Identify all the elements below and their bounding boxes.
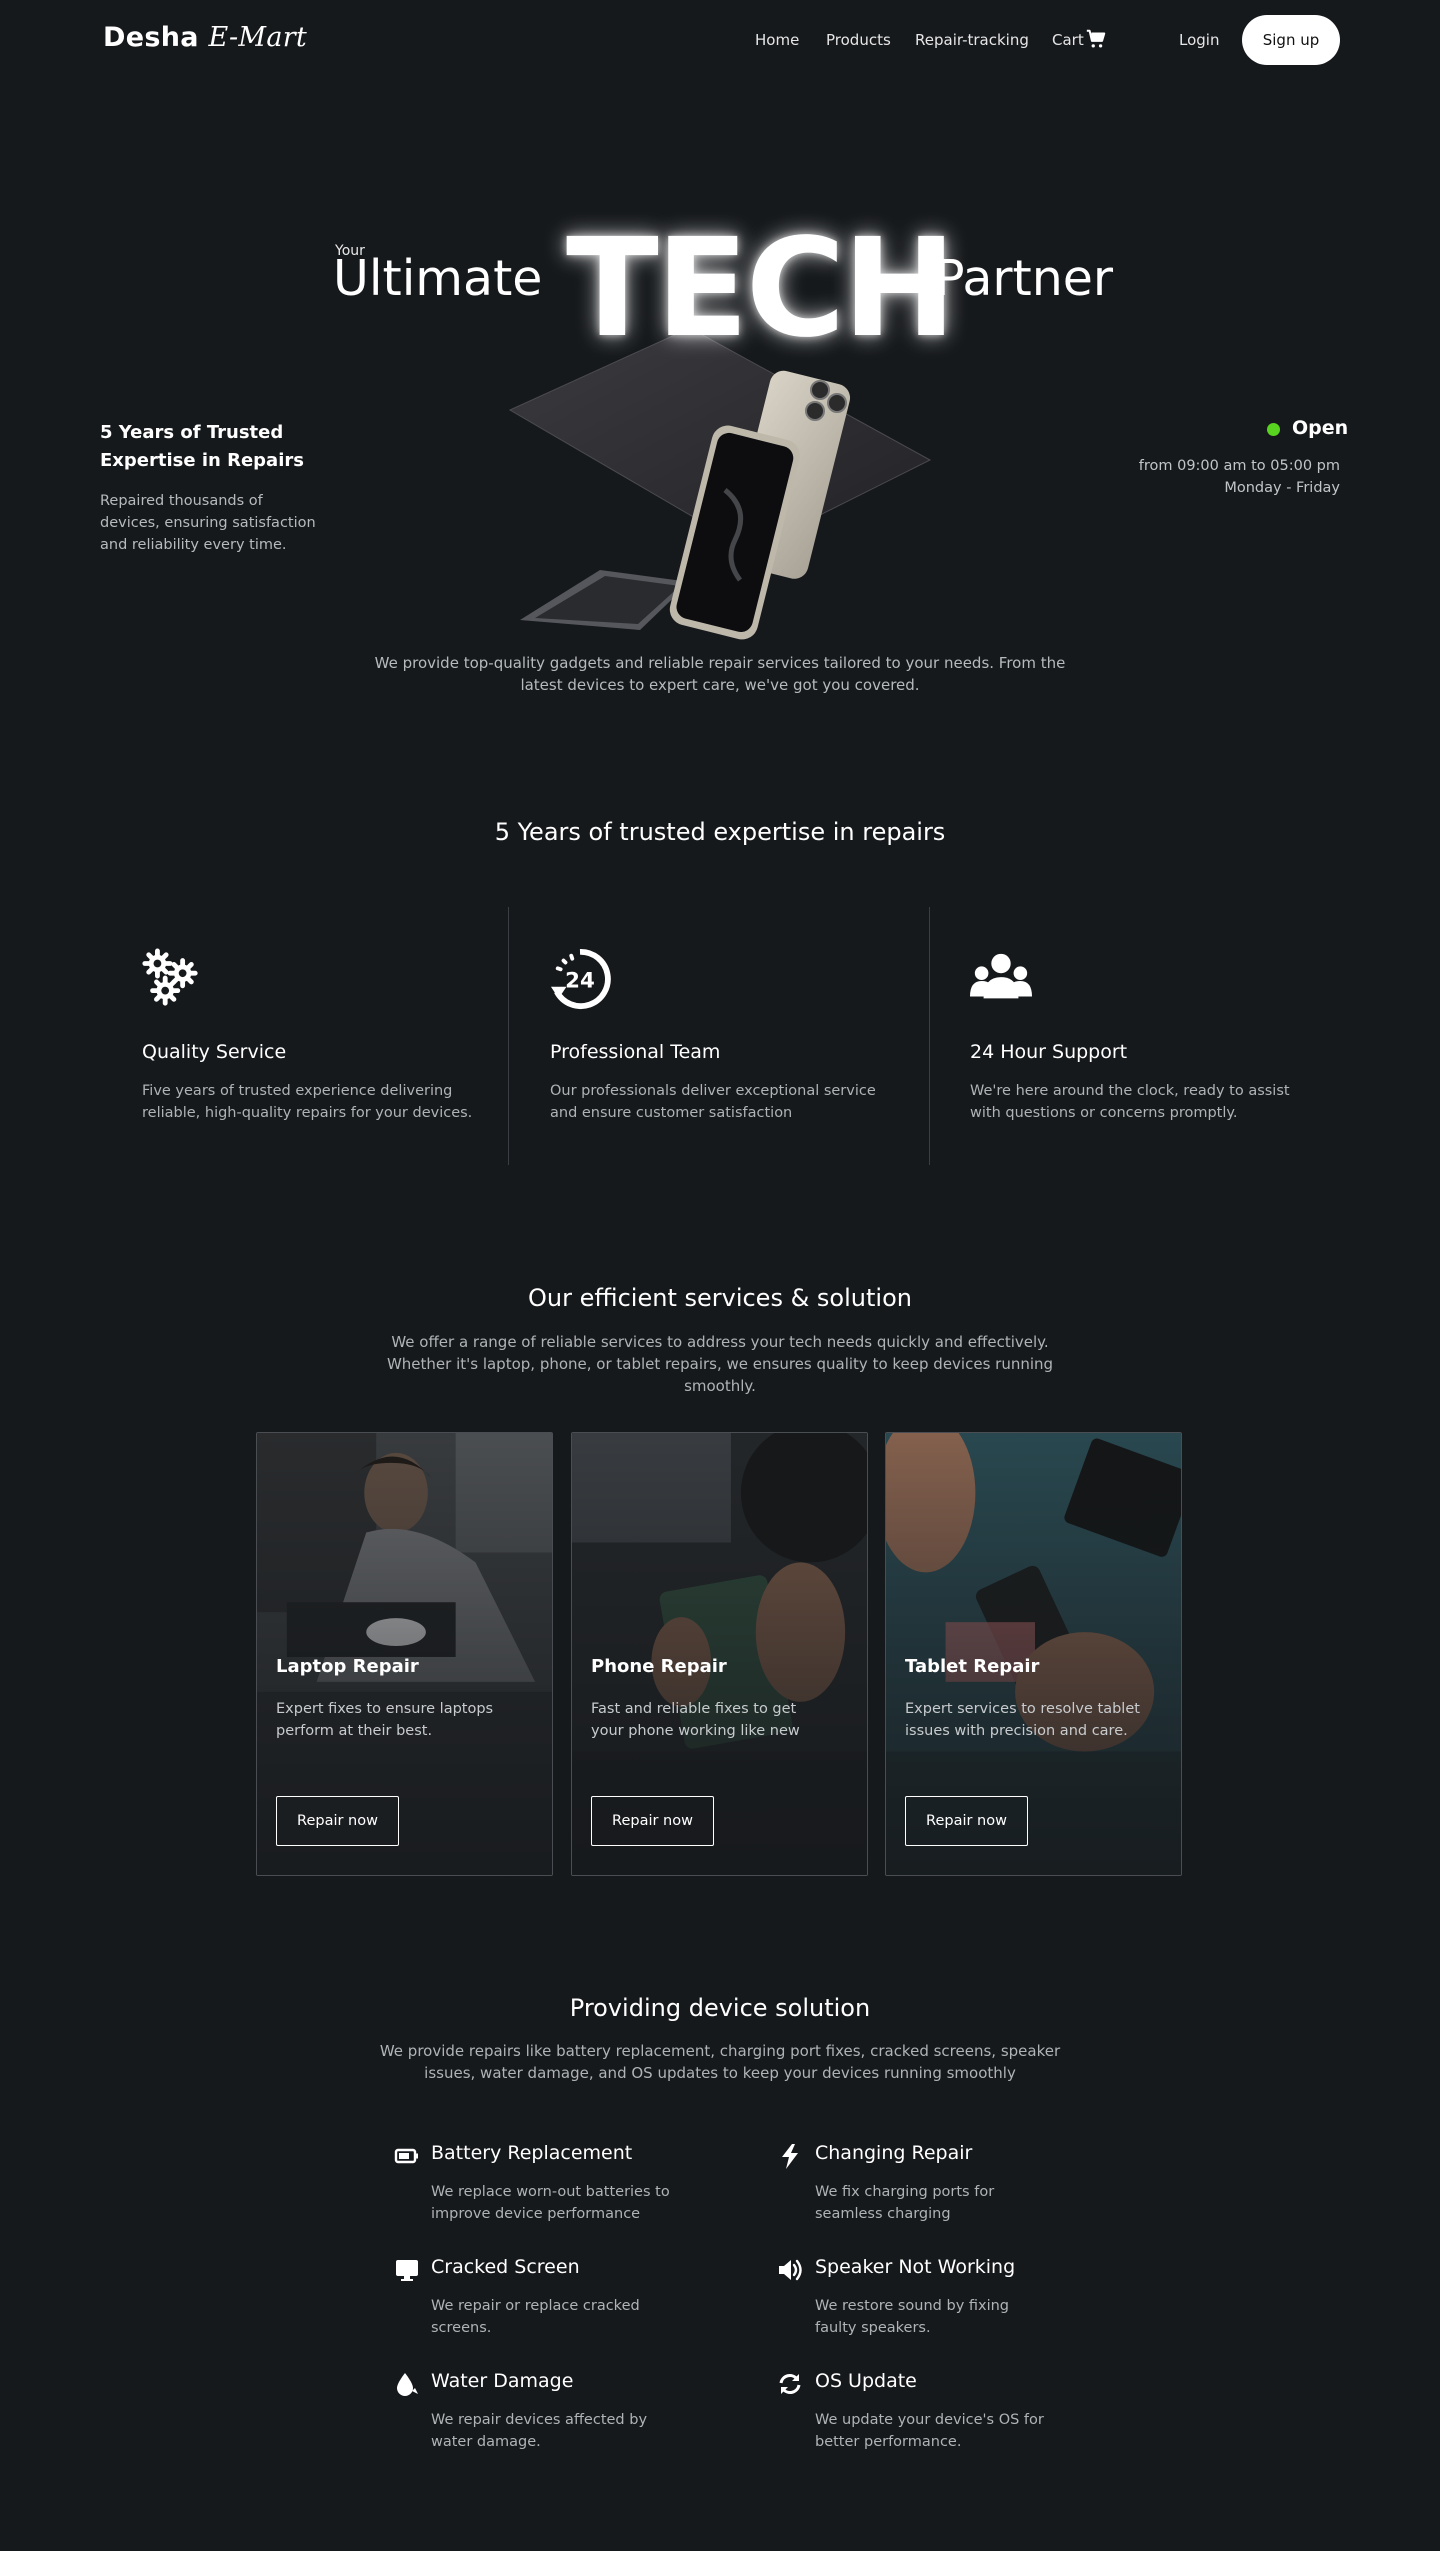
speaker-icon bbox=[779, 2259, 802, 2281]
solution-description: We repair devices affected by water dama… bbox=[431, 2412, 648, 2450]
services-subtitle: We offer a range of reliable services to… bbox=[386, 1333, 1054, 1395]
hero-side-description: Repaired thousands of devices, ensuring … bbox=[100, 493, 316, 553]
feature-title: Quality Service bbox=[142, 1041, 287, 1063]
users-icon bbox=[970, 953, 1032, 999]
solution-title: OS Update bbox=[815, 2370, 917, 2392]
solution-title: Changing Repair bbox=[815, 2142, 973, 2164]
nav-link-repair-tracking[interactable]: Repair-tracking bbox=[915, 31, 1029, 49]
card-description: Expert services to resolve tablet issues… bbox=[905, 1701, 1140, 1739]
expertise-section-title: 5 Years of trusted expertise in repairs bbox=[494, 818, 946, 846]
sync-icon bbox=[779, 2374, 801, 2394]
logo-script-text: E-Mart bbox=[208, 22, 308, 53]
hero-ultimate: Ultimate bbox=[333, 250, 543, 307]
feature-description: We're here around the clock, ready to as… bbox=[970, 1083, 1290, 1121]
signup-button[interactable]: Sign up bbox=[1242, 15, 1340, 65]
services-section-title: Our efficient services & solution bbox=[528, 1284, 912, 1312]
brand-logo[interactable]: Desha E-Mart bbox=[103, 22, 307, 53]
solution-title: Cracked Screen bbox=[431, 2256, 580, 2278]
solution-description: We update your device's OS for better pe… bbox=[815, 2412, 1044, 2450]
hero-tech-word: TECH bbox=[566, 210, 956, 368]
feature-description: Five years of trusted experience deliver… bbox=[142, 1083, 473, 1121]
clock-24-icon: 24 bbox=[550, 948, 611, 1010]
opening-hours: from 09:00 am to 05:00 pm Monday - Frida… bbox=[1139, 455, 1340, 499]
open-status-label: Open bbox=[1292, 417, 1349, 439]
cart-icon[interactable] bbox=[1085, 28, 1107, 50]
login-link[interactable]: Login bbox=[1179, 31, 1219, 49]
card-title: Phone Repair bbox=[591, 1656, 727, 1677]
hero-description: We provide top-quality gadgets and relia… bbox=[374, 654, 1066, 694]
service-card-tablet: Tablet Repair Expert services to resolve… bbox=[885, 1432, 1182, 1876]
solutions-section-title: Providing device solution bbox=[569, 1994, 871, 2022]
water-drop-icon bbox=[397, 2373, 418, 2396]
bolt-icon bbox=[782, 2144, 798, 2169]
svg-text:24: 24 bbox=[565, 969, 595, 994]
open-status-dot bbox=[1267, 423, 1280, 436]
service-card-laptop: Laptop Repair Expert fixes to ensure lap… bbox=[256, 1432, 553, 1876]
hero-devices-image bbox=[508, 327, 932, 640]
nav-link-cart[interactable]: Cart bbox=[1052, 31, 1084, 49]
repair-now-button[interactable]: Repair now bbox=[905, 1796, 1028, 1846]
repair-now-button[interactable]: Repair now bbox=[276, 1796, 399, 1846]
logo-main-text: Desha bbox=[103, 22, 199, 53]
solution-description: We restore sound by fixing faulty speake… bbox=[815, 2298, 1010, 2336]
feature-divider bbox=[508, 907, 509, 1165]
repair-now-button[interactable]: Repair now bbox=[591, 1796, 714, 1846]
solution-description: We repair or replace cracked screens. bbox=[431, 2298, 640, 2336]
nav-link-products[interactable]: Products bbox=[826, 31, 891, 49]
feature-description: Our professionals deliver exceptional se… bbox=[550, 1083, 876, 1121]
opening-hours-time: from 09:00 am to 05:00 pm bbox=[1138, 458, 1340, 474]
feature-title: 24 Hour Support bbox=[970, 1041, 1128, 1063]
battery-icon bbox=[394, 2148, 418, 2164]
card-title: Tablet Repair bbox=[905, 1656, 1040, 1677]
solutions-subtitle: We provide repairs like battery replacem… bbox=[379, 2042, 1061, 2082]
card-description: Fast and reliable fixes to get your phon… bbox=[591, 1701, 800, 1739]
nav-link-home[interactable]: Home bbox=[755, 31, 799, 49]
solution-description: We replace worn-out batteries to improve… bbox=[431, 2184, 670, 2222]
card-title: Laptop Repair bbox=[276, 1656, 419, 1677]
monitor-icon bbox=[396, 2260, 418, 2281]
gears-icon bbox=[142, 948, 198, 1006]
solution-title: Battery Replacement bbox=[431, 2142, 633, 2164]
solution-title: Speaker Not Working bbox=[815, 2256, 1016, 2278]
hero-partner: Partner bbox=[935, 250, 1114, 307]
card-description: Expert fixes to ensure laptops perform a… bbox=[276, 1701, 494, 1739]
top-navbar: Desha E-Mart Home Products Repair-tracki… bbox=[0, 0, 1440, 80]
feature-divider bbox=[929, 907, 930, 1165]
opening-hours-days: Monday - Friday bbox=[1224, 480, 1340, 496]
feature-title: Professional Team bbox=[550, 1041, 721, 1063]
solution-description: We fix charging ports for seamless charg… bbox=[815, 2184, 995, 2222]
service-card-phone: Phone Repair Fast and reliable fixes to … bbox=[571, 1432, 868, 1876]
solution-title: Water Damage bbox=[431, 2370, 574, 2392]
hero-side-heading: 5 Years of Trusted Expertise in Repairs bbox=[100, 422, 304, 471]
